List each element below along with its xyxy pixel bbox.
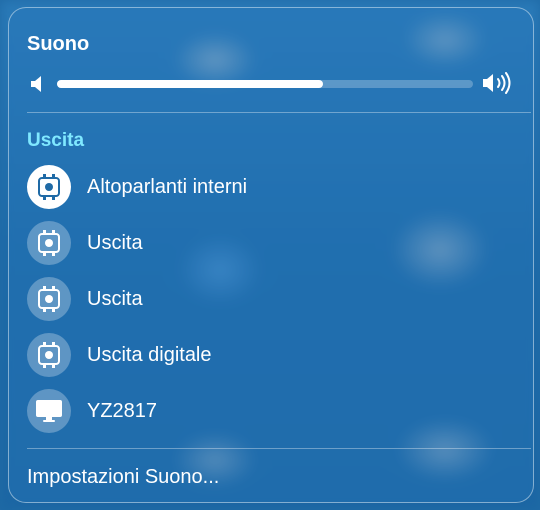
divider-top [27,112,531,113]
speaker-device-icon [27,221,71,265]
speaker-device-icon [27,333,71,377]
output-device-label: Uscita digitale [87,344,212,366]
volume-slider[interactable] [57,80,473,88]
output-device-label: YZ2817 [87,400,158,422]
volume-slider-fill [57,80,324,88]
output-device-item[interactable]: Uscita digitale [27,333,507,379]
output-device-item[interactable]: Altoparlanti interni [27,165,507,211]
speaker-low-icon[interactable] [29,74,47,94]
output-device-label: Altoparlanti interni [87,176,248,198]
output-title: Uscita [27,130,85,151]
speaker-device-icon [27,277,71,321]
display-icon [27,389,71,433]
sound-title: Suono [27,33,90,55]
sound-settings-link[interactable]: Impostazioni Suono... [27,466,219,489]
output-device-item[interactable]: YZ2817 [27,389,507,435]
output-device-label: Uscita [87,232,143,254]
output-device-label: Uscita [87,288,143,310]
speaker-high-icon[interactable] [481,71,513,95]
output-device-item[interactable]: Uscita [27,277,507,323]
speaker-device-icon [27,165,71,209]
output-device-item[interactable]: Uscita [27,221,507,267]
divider-bottom [27,448,531,449]
